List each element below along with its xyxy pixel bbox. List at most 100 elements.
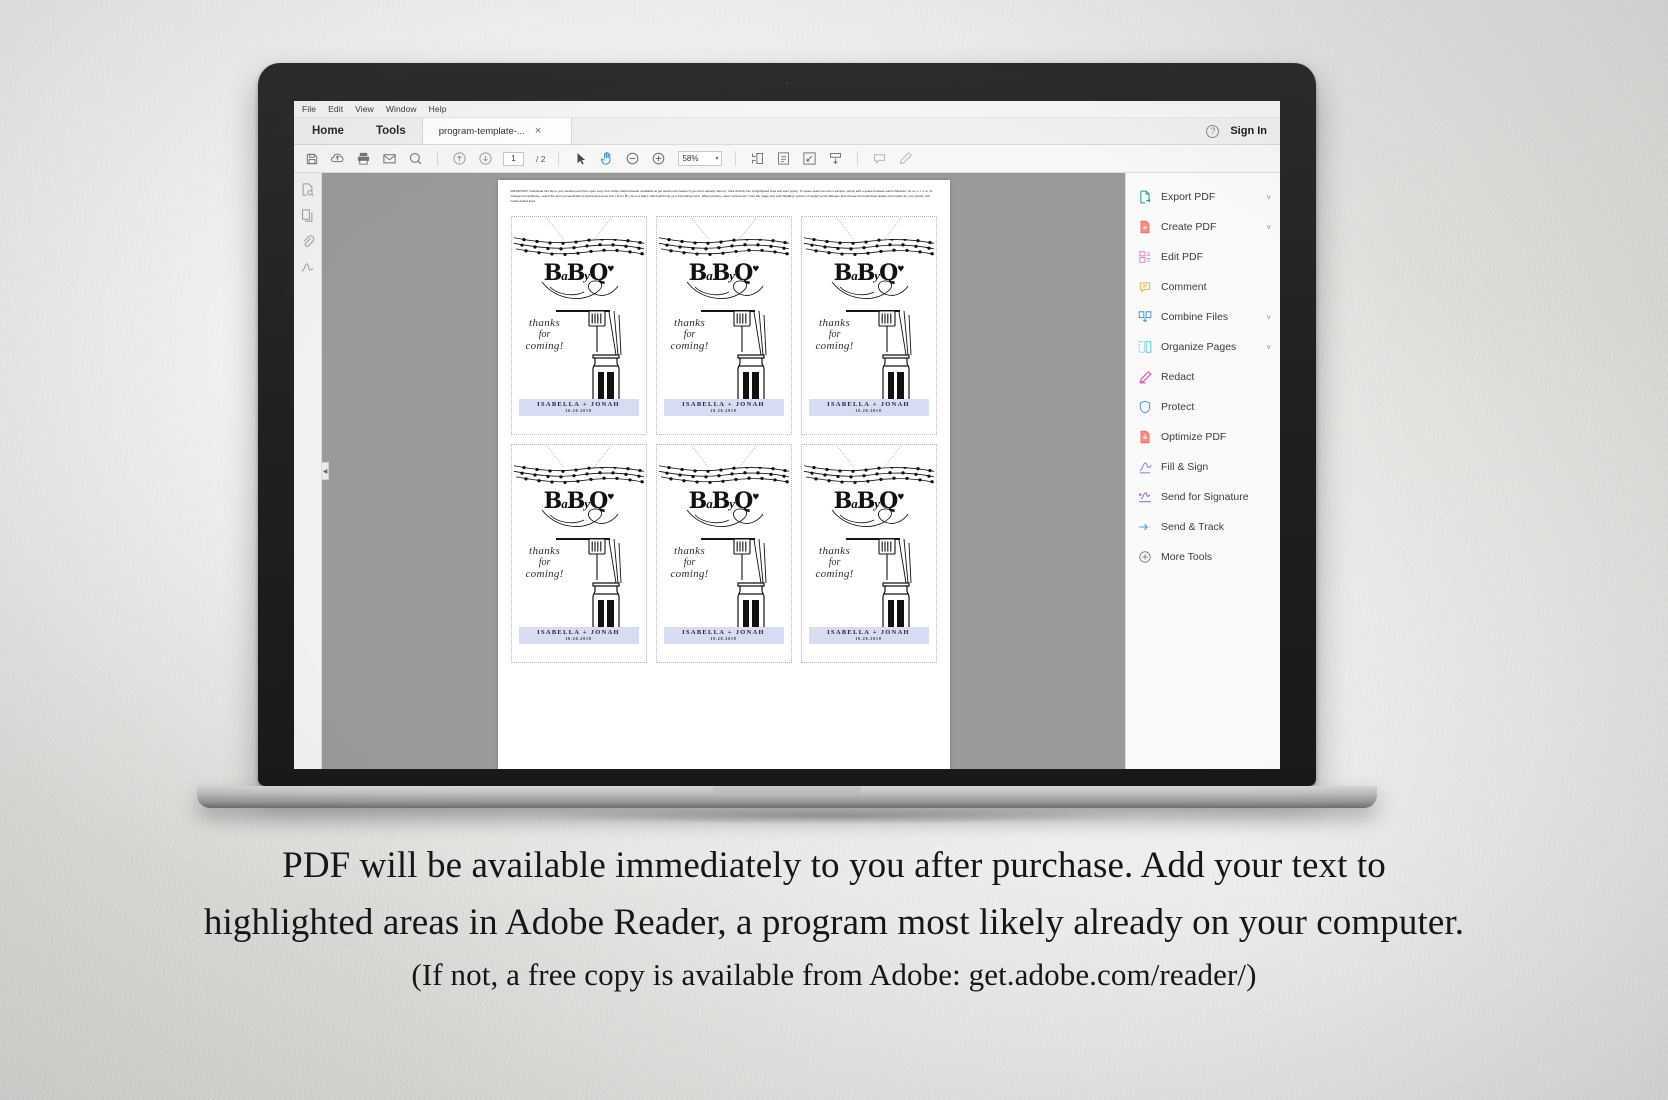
- tool-item-fill-sign[interactable]: Fill & Sign: [1126, 452, 1280, 482]
- tag-highlighted-field[interactable]: ISABELLA + JONAH 10.20.2018: [663, 398, 784, 417]
- pdf-canvas[interactable]: ◀ IMPORTANT: Download this file to your …: [322, 173, 1125, 769]
- laptop-shadow: [534, 808, 1134, 824]
- caption-line-1: PDF will be available immediately to you…: [282, 845, 1386, 886]
- tool-item-combine-files[interactable]: Combine Files ˅: [1126, 302, 1280, 332]
- thanks-line-3: coming!: [670, 568, 709, 581]
- tag-names-value[interactable]: ISABELLA + JONAH: [809, 401, 929, 408]
- tag-names-value[interactable]: ISABELLA + JONAH: [519, 629, 639, 636]
- highlight-icon[interactable]: [897, 150, 914, 167]
- tag-thanks-text: thanks for coming!: [671, 545, 709, 581]
- tool-item-create-pdf[interactable]: Create PDF ˅: [1126, 212, 1280, 242]
- tag-date-value[interactable]: 10.20.2018: [519, 409, 639, 413]
- close-icon[interactable]: ×: [535, 125, 541, 137]
- laptop-mockup: File Edit View Window Help Home Tools pr…: [197, 63, 1377, 808]
- tool-item-edit-pdf[interactable]: Edit PDF: [1126, 242, 1280, 272]
- tool-item-send-track[interactable]: Send & Track: [1126, 512, 1280, 542]
- chevron-down-icon[interactable]: ˅: [1266, 343, 1271, 352]
- tab-bar-right: ? Sign In: [1206, 118, 1280, 144]
- page-thumbnails-icon[interactable]: [300, 182, 315, 197]
- tool-item-label: Fill & Sign: [1161, 461, 1209, 473]
- tool-item-redact[interactable]: Redact: [1126, 362, 1280, 392]
- tag-highlighted-field[interactable]: ISABELLA + JONAH 10.20.2018: [518, 626, 639, 645]
- fit-page-icon[interactable]: [749, 150, 766, 167]
- help-icon[interactable]: ?: [1206, 124, 1220, 138]
- comment-icon[interactable]: [871, 150, 888, 167]
- signatures-icon[interactable]: [300, 260, 315, 275]
- tag-highlighted-field[interactable]: ISABELLA + JONAH 10.20.2018: [663, 626, 784, 645]
- thanks-line-1: thanks: [819, 316, 851, 329]
- search-icon[interactable]: [407, 150, 424, 167]
- tag-title-q: Q: [734, 488, 753, 515]
- tag-thanks-text: thanks for coming!: [816, 545, 854, 581]
- tab-tools[interactable]: Tools: [360, 118, 422, 144]
- tool-item-label: Export PDF: [1161, 191, 1216, 203]
- tag-highlighted-field[interactable]: ISABELLA + JONAH 10.20.2018: [808, 626, 929, 645]
- page-total-label: / 2: [536, 153, 546, 164]
- tab-document[interactable]: program-template-... ×: [421, 118, 572, 144]
- tool-item-label: Send & Track: [1161, 521, 1225, 533]
- email-icon[interactable]: [381, 150, 398, 167]
- zoom-level-select[interactable]: 58% ▾: [678, 151, 723, 166]
- tag-names-value[interactable]: ISABELLA + JONAH: [664, 629, 784, 636]
- acrobat-body: ◀ IMPORTANT: Download this file to your …: [294, 173, 1280, 769]
- tool-item-export-pdf[interactable]: Export PDF ˅: [1126, 182, 1280, 212]
- tool-item-send-for-signature[interactable]: Send for Signature: [1126, 482, 1280, 512]
- tag-highlighted-field[interactable]: ISABELLA + JONAH 10.20.2018: [808, 398, 929, 417]
- tag-thanks-text: thanks for coming!: [816, 317, 854, 353]
- string-lights-icon: [513, 237, 644, 257]
- chevron-down-icon[interactable]: ˅: [1266, 223, 1271, 232]
- fullscreen-icon[interactable]: [801, 150, 818, 167]
- menu-item-window[interactable]: Window: [386, 104, 417, 114]
- zoom-out-icon[interactable]: [624, 150, 641, 167]
- tab-home[interactable]: Home: [294, 118, 360, 144]
- tool-item-comment[interactable]: Comment: [1126, 272, 1280, 302]
- tool-item-more-tools[interactable]: More Tools: [1126, 542, 1280, 572]
- tab-bar: Home Tools program-template-... × ? Sign…: [294, 118, 1280, 145]
- tool-item-protect[interactable]: Protect: [1126, 392, 1280, 422]
- tag-card: BaByQ♥ thanks for coming! ISABELLA + JONAH…: [510, 216, 647, 436]
- fit-width-icon[interactable]: [775, 150, 792, 167]
- tool-item-label: More Tools: [1161, 551, 1213, 563]
- tool-item-optimize-pdf[interactable]: Optimize PDF: [1126, 422, 1280, 452]
- previous-page-icon[interactable]: [451, 150, 468, 167]
- attachments-icon[interactable]: [300, 234, 315, 249]
- tag-title-b1: B: [688, 260, 708, 287]
- tool-item-label: Organize Pages: [1161, 341, 1237, 353]
- tag-title-b1: B: [833, 488, 853, 515]
- menu-item-help[interactable]: Help: [429, 104, 447, 114]
- tool-item-organize-pages[interactable]: Organize Pages ˅: [1126, 332, 1280, 362]
- upload-to-cloud-icon[interactable]: [329, 150, 346, 167]
- tag-date-value[interactable]: 10.20.2018: [519, 637, 639, 641]
- select-tool-icon[interactable]: [572, 150, 589, 167]
- chevron-down-icon[interactable]: ˅: [1266, 193, 1271, 202]
- menu-item-edit[interactable]: Edit: [328, 104, 343, 114]
- sign-in-button[interactable]: Sign In: [1230, 125, 1267, 137]
- heart-icon: ♥: [897, 264, 904, 275]
- save-icon[interactable]: [303, 150, 320, 167]
- tag-date-value[interactable]: 10.20.2018: [664, 409, 784, 413]
- pages-icon[interactable]: [300, 208, 315, 223]
- string-lights-icon: [803, 465, 934, 485]
- tag-names-value[interactable]: ISABELLA + JONAH: [519, 401, 639, 408]
- tag-date-value[interactable]: 10.20.2018: [809, 409, 929, 413]
- menu-item-view[interactable]: View: [355, 104, 374, 114]
- tag-title-q: Q: [734, 260, 753, 287]
- tag-names-value[interactable]: ISABELLA + JONAH: [664, 401, 784, 408]
- tag-names-value[interactable]: ISABELLA + JONAH: [809, 629, 929, 636]
- next-page-icon[interactable]: [477, 150, 494, 167]
- tag-thanks-text: thanks for coming!: [526, 317, 564, 353]
- scroll-mode-icon[interactable]: [827, 150, 844, 167]
- chevron-down-icon[interactable]: ˅: [1266, 313, 1271, 322]
- tag-date-value[interactable]: 10.20.2018: [809, 637, 929, 641]
- caption-line-3: (If not, a free copy is available from A…: [411, 957, 1257, 993]
- page-number-input[interactable]: 1: [503, 151, 524, 166]
- menu-item-file[interactable]: File: [302, 104, 316, 114]
- collapse-panel-arrow[interactable]: ◀: [322, 462, 329, 480]
- print-icon[interactable]: [355, 150, 372, 167]
- tag-card: BaByQ♥ thanks for coming! ISABELLA + JONAH…: [655, 444, 792, 664]
- tag-highlighted-field[interactable]: ISABELLA + JONAH 10.20.2018: [518, 398, 639, 417]
- thanks-line-1: thanks: [674, 544, 706, 557]
- hand-tool-icon[interactable]: [598, 150, 615, 167]
- zoom-in-icon[interactable]: [650, 150, 667, 167]
- tag-date-value[interactable]: 10.20.2018: [664, 637, 784, 641]
